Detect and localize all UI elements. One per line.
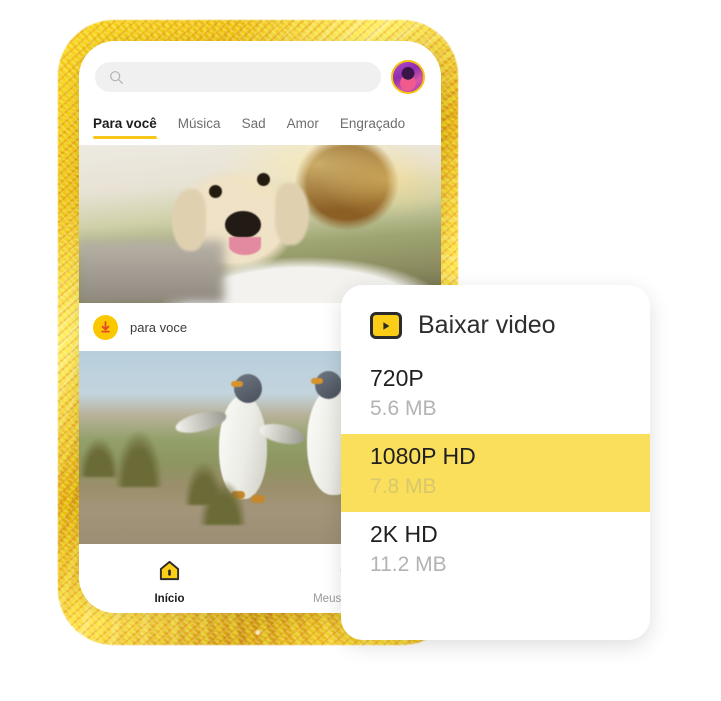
download-arrow-icon: [93, 314, 118, 340]
penguin-beak-2: [311, 378, 323, 384]
quality-size: 5.6 MB: [370, 396, 437, 420]
tab-para-voce[interactable]: Para você: [93, 113, 157, 139]
puppy-ear-left: [172, 189, 206, 251]
puppy-eye-left: [209, 185, 222, 198]
screenshot-root: Para você Música Sad Amor Engraçado para…: [0, 0, 721, 701]
penguin-beak-1: [231, 381, 243, 387]
grass-tuft-4: [199, 479, 247, 525]
avatar[interactable]: [391, 60, 425, 94]
home-icon: [158, 559, 181, 587]
quality-label: 720P: [370, 365, 424, 391]
tab-musica[interactable]: Música: [178, 113, 221, 131]
video-play-icon: [370, 312, 402, 339]
tab-sad[interactable]: Sad: [242, 113, 266, 131]
feed-video-thumbnail-puppy[interactable]: [79, 145, 441, 303]
puppy-nose: [225, 211, 261, 238]
quality-option-2k-hd[interactable]: 2K HD 11.2 MB: [341, 512, 650, 590]
puppy-tongue: [229, 237, 261, 255]
tab-amor[interactable]: Amor: [287, 113, 319, 131]
photo-background-road: [79, 239, 224, 303]
quality-size: 7.8 MB: [370, 474, 437, 498]
quality-size: 11.2 MB: [370, 552, 447, 576]
download-video-card: Baixar video 720P 5.6 MB 1080P HD 7.8 MB…: [341, 285, 650, 640]
download-card-header: Baixar video: [341, 285, 650, 340]
penguin-head-1: [234, 374, 262, 403]
nav-label-inicio: Início: [154, 592, 185, 605]
search-icon: [109, 70, 124, 85]
search-input[interactable]: [95, 62, 381, 92]
quality-label: 2K HD: [370, 521, 438, 548]
quality-options-list: 720P 5.6 MB 1080P HD 7.8 MB 2K HD 11.2 M…: [341, 356, 650, 590]
search-row: [79, 41, 441, 113]
puppy-eye-right: [257, 173, 270, 186]
quality-option-720p[interactable]: 720P 5.6 MB: [341, 356, 650, 434]
grass-tuft-3: [79, 437, 119, 477]
penguin-foot-2: [251, 495, 265, 503]
penguin-head-2: [315, 371, 342, 399]
download-card-title: Baixar video: [418, 311, 556, 339]
nav-item-inicio[interactable]: Início: [79, 559, 260, 605]
grass-tuft-1: [115, 429, 163, 487]
puppy-ear-right: [275, 183, 309, 245]
quality-option-1080p-hd[interactable]: 1080P HD 7.8 MB: [341, 434, 650, 513]
tab-engracado[interactable]: Engraçado: [340, 113, 405, 131]
quality-label: 1080P HD: [370, 443, 476, 470]
